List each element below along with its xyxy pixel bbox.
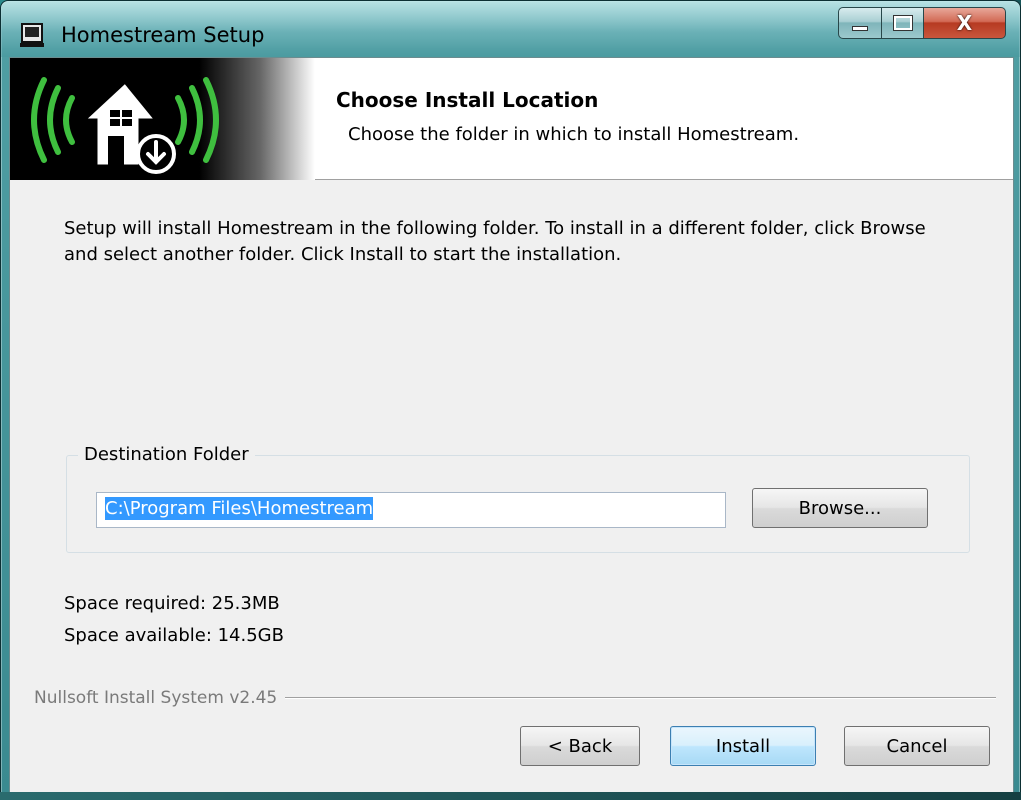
page-title: Choose Install Location (336, 88, 599, 112)
maximize-button[interactable] (882, 7, 924, 39)
header-banner (10, 58, 315, 180)
caption-buttons: X (838, 7, 1006, 39)
close-icon: X (956, 11, 973, 35)
space-required: Space required: 25.3MB (64, 593, 280, 614)
taskbar-edge (0, 792, 1021, 800)
space-available: Space available: 14.5GB (64, 625, 284, 646)
branding-line: Nullsoft Install System v2.45 (34, 686, 996, 710)
browse-button[interactable]: Browse... (752, 488, 928, 528)
install-path-input[interactable]: C:\Program Files\Homestream (96, 492, 726, 528)
maximize-icon (892, 15, 913, 31)
destination-folder-label: Destination Folder (78, 444, 255, 465)
nsis-branding: Nullsoft Install System v2.45 (34, 688, 278, 708)
instructions-text: Setup will install Homestream in the fol… (64, 218, 926, 265)
homestream-logo (31, 77, 219, 174)
page-subtitle: Choose the folder in which to install Ho… (348, 124, 800, 145)
cancel-button[interactable]: Cancel (844, 726, 990, 766)
close-button[interactable]: X (924, 7, 1006, 39)
minimize-icon (852, 25, 868, 31)
client-area: Choose Install Location Choose the folde… (9, 57, 1014, 793)
setup-window: Homestream Setup X Choose Install Locati… (0, 0, 1021, 800)
title-bar[interactable]: Homestream Setup X (1, 1, 1020, 57)
install-path-value: C:\Program Files\Homestream (105, 497, 374, 520)
page-header: Choose Install Location Choose the folde… (10, 58, 1013, 180)
back-button[interactable]: < Back (520, 726, 640, 766)
minimize-button[interactable] (838, 7, 882, 39)
footer-divider (285, 697, 996, 699)
install-button[interactable]: Install (670, 726, 816, 766)
window-title: Homestream Setup (61, 23, 265, 47)
installer-app-icon[interactable] (20, 23, 44, 47)
